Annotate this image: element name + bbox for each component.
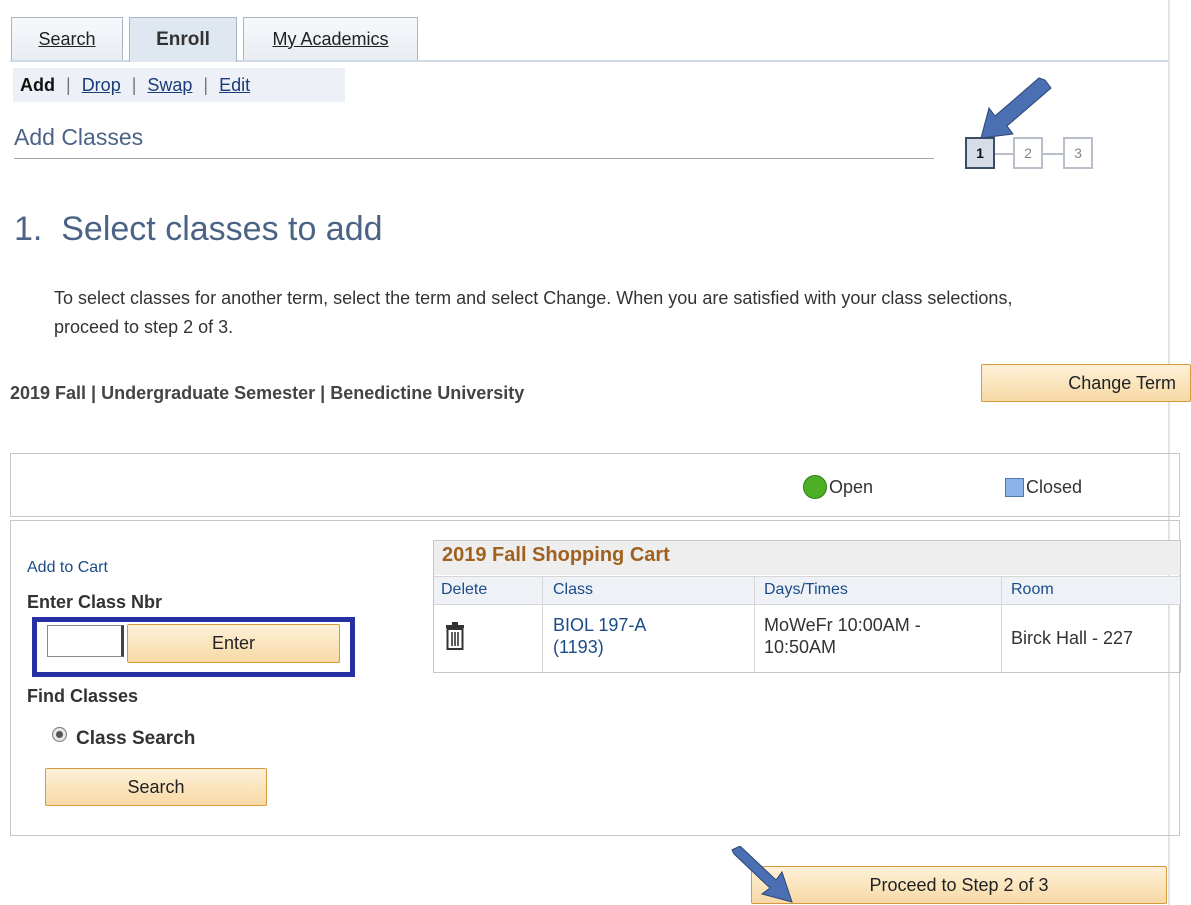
subnav-add: Add	[20, 74, 55, 95]
step-connector	[995, 153, 1013, 155]
cart-title: 2019 Fall Shopping Cart	[442, 544, 670, 566]
class-search-option-label: Class Search	[76, 728, 196, 749]
cart-room: Birck Hall - 227	[1011, 628, 1134, 648]
change-term-button[interactable]: Change Term	[981, 364, 1191, 402]
subnav-edit-link[interactable]: Edit	[219, 75, 250, 96]
find-classes-label: Find Classes	[27, 686, 139, 706]
enroll-subnav: Add | Drop | Swap | Edit	[13, 68, 345, 102]
subnav-drop-link[interactable]: Drop	[82, 75, 121, 96]
annotation-highlight-box	[32, 617, 355, 677]
title-divider	[14, 158, 934, 159]
page-title: Add Classes	[14, 124, 144, 150]
instructions-text: To select classes for another term, sele…	[54, 288, 1013, 337]
term-label: 2019 Fall | Undergraduate Semester | Ben…	[10, 383, 525, 403]
tab-search-label: Search	[38, 28, 96, 49]
tab-my-academics[interactable]: My Academics	[243, 17, 418, 60]
legend-closed-label: Closed	[1026, 477, 1083, 497]
search-button[interactable]: Search	[45, 768, 267, 806]
tab-my-academics-label: My Academics	[272, 28, 389, 49]
column-divider	[542, 576, 543, 672]
cart-class-link[interactable]: BIOL 197-A (1193)	[553, 614, 646, 658]
tab-enroll-label: Enroll	[156, 29, 210, 50]
subnav-separator: |	[66, 74, 71, 95]
class-search-radio[interactable]	[52, 727, 67, 742]
trash-icon[interactable]	[444, 622, 466, 650]
tab-search[interactable]: Search	[11, 17, 123, 60]
annotation-arrow-icon	[731, 846, 793, 903]
cart-class-code: BIOL 197-A	[553, 615, 647, 635]
days-times-line1: MoWeFr 10:00AM -	[764, 615, 921, 635]
col-header-days-times: Days/Times	[764, 581, 848, 598]
col-header-room: Room	[1011, 581, 1054, 598]
days-times-line2: 10:50AM	[764, 637, 837, 657]
subnav-swap-link[interactable]: Swap	[147, 75, 192, 96]
col-header-class: Class	[553, 581, 594, 598]
add-to-cart-title: Add to Cart	[27, 559, 108, 576]
legend-open-label: Open	[829, 477, 874, 497]
proceed-to-step-2-button[interactable]: Proceed to Step 2 of 3	[751, 866, 1167, 904]
step-connector	[1043, 153, 1063, 155]
cart-days-times: MoWeFr 10:00AM - 10:50AM	[764, 614, 921, 658]
enter-class-nbr-label: Enter Class Nbr	[27, 592, 163, 612]
open-status-icon	[803, 475, 827, 499]
column-divider	[1001, 576, 1002, 672]
closed-status-icon	[1005, 478, 1024, 497]
annotation-arrow-icon	[980, 77, 1052, 139]
subnav-separator: |	[203, 74, 209, 95]
column-divider	[754, 576, 755, 672]
section-heading: 1. Select classes to add	[14, 210, 383, 248]
subnav-separator: |	[131, 74, 137, 95]
step-3-indicator: 3	[1063, 137, 1093, 169]
col-header-delete: Delete	[441, 581, 488, 598]
tab-enroll[interactable]: Enroll	[129, 17, 237, 62]
cart-class-number: (1193)	[553, 637, 604, 657]
